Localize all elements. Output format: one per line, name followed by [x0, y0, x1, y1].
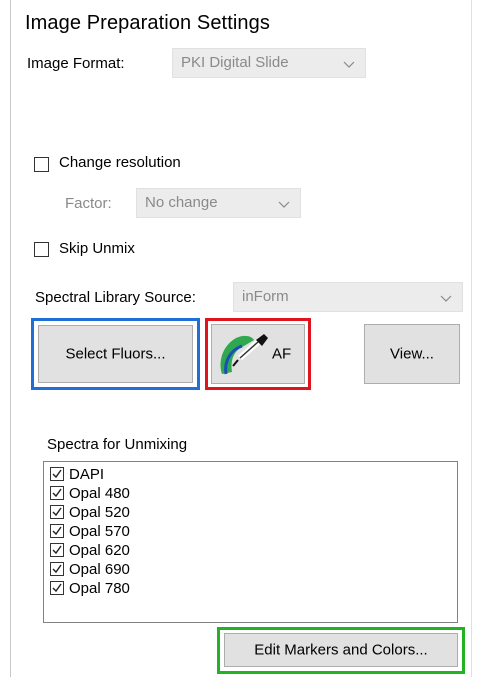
edit-markers-label: Edit Markers and Colors...	[254, 641, 428, 659]
chevron-down-icon	[343, 61, 355, 68]
skip-unmix-label: Skip Unmix	[59, 240, 135, 257]
checkbox-checked[interactable]	[50, 524, 64, 538]
list-item-label: Opal 570	[69, 523, 130, 540]
image-format-label: Image Format:	[27, 55, 125, 72]
list-item-label: Opal 480	[69, 485, 130, 502]
checkbox-checked[interactable]	[50, 505, 64, 519]
list-item-label: Opal 780	[69, 580, 130, 597]
list-item-label: Opal 690	[69, 561, 130, 578]
panel-left-border	[10, 0, 11, 677]
view-button[interactable]: View...	[364, 324, 460, 384]
view-label: View...	[390, 345, 434, 363]
spectra-listbox[interactable]: DAPI Opal 480 Opal 520 Opal 570 Opal 620…	[43, 461, 458, 623]
edit-markers-button[interactable]: Edit Markers and Colors...	[224, 633, 458, 667]
checkbox-checked[interactable]	[50, 562, 64, 576]
checkbox-checked[interactable]	[50, 581, 64, 595]
checkbox-checked[interactable]	[50, 543, 64, 557]
eyedropper-icon	[220, 334, 268, 375]
spectral-library-label: Spectral Library Source:	[35, 289, 196, 306]
spectral-library-select[interactable]: inForm	[233, 282, 463, 312]
checkbox-checked[interactable]	[50, 467, 64, 481]
select-fluors-button[interactable]: Select Fluors...	[38, 325, 193, 383]
spectra-label: Spectra for Unmixing	[47, 436, 188, 453]
spectral-library-value: inForm	[242, 288, 289, 305]
checkbox-checked[interactable]	[50, 486, 64, 500]
change-resolution-checkbox[interactable]	[34, 157, 49, 172]
chevron-down-icon	[278, 201, 290, 208]
chevron-down-icon	[440, 295, 452, 302]
change-resolution-label: Change resolution	[59, 154, 181, 171]
af-label: AF	[272, 345, 292, 363]
factor-select[interactable]: No change	[136, 188, 301, 218]
list-item-label: DAPI	[69, 466, 105, 483]
section-title: Image Preparation Settings	[25, 12, 270, 34]
factor-value: No change	[145, 194, 218, 211]
list-item-label: Opal 620	[69, 542, 130, 559]
image-format-select[interactable]: PKI Digital Slide	[172, 48, 366, 78]
af-button[interactable]: AF	[211, 324, 305, 384]
image-format-value: PKI Digital Slide	[181, 54, 289, 71]
select-fluors-label: Select Fluors...	[65, 345, 166, 363]
factor-label: Factor:	[65, 195, 112, 212]
panel-right-border	[471, 0, 472, 677]
list-item-label: Opal 520	[69, 504, 130, 521]
skip-unmix-checkbox[interactable]	[34, 242, 49, 257]
